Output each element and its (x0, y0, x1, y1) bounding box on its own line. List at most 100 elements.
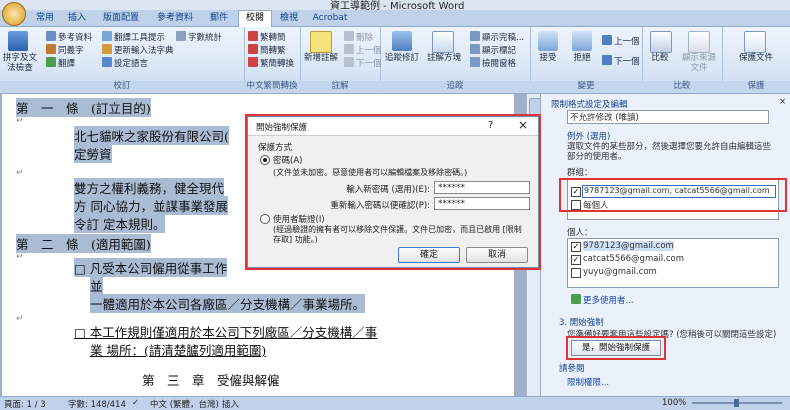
review-pane-icon (470, 57, 480, 67)
compare-button[interactable]: 比較 (642, 53, 678, 63)
proofing-status-icon[interactable]: ✓ (132, 398, 139, 408)
accept-button[interactable]: 接受 (530, 53, 566, 63)
step3-title: 3. 開始強制 (559, 318, 604, 328)
ribbon-tab-bar: 常用 插入 版面配置 參考資料 郵件 校閱 檢視 Acrobat (0, 2, 790, 27)
track-changes-icon (392, 31, 412, 51)
delete-comment-button[interactable]: 刪除 (344, 31, 373, 44)
convert-button[interactable]: 繁簡轉換 (248, 57, 294, 70)
group-label: 追蹤 (380, 81, 530, 92)
thesaurus-button[interactable]: 同義字 (46, 44, 84, 57)
user-item[interactable]: catcat5566@gmail.com (583, 254, 684, 264)
page-indicator[interactable]: 頁面: 1 / 3 (4, 398, 46, 410)
confirm-password-label: 重新輸入密碼以便確認(P): (330, 201, 430, 211)
tab-acrobat[interactable]: Acrobat (308, 11, 352, 26)
group-label: 中文繁簡轉換 (244, 81, 300, 92)
editing-mode-value: 不允許修改 (唯讀) (570, 113, 639, 123)
user-checkbox[interactable] (571, 268, 581, 278)
word-count[interactable]: 字數: 148/414 (68, 398, 126, 410)
reject-button[interactable]: 拒絕 (564, 53, 600, 63)
next-comment-button[interactable]: 下一個 (344, 57, 382, 70)
text-line: 並 (90, 276, 103, 295)
close-icon[interactable]: × (779, 97, 786, 107)
simp-to-trad-button[interactable]: 簡轉繁 (248, 44, 286, 57)
protect-document-button[interactable]: 保護文件 (726, 53, 786, 63)
language-indicator[interactable]: 中文 (繁體，台灣) (150, 398, 219, 410)
translate-button[interactable]: 翻譯 (46, 57, 75, 70)
tab-references[interactable]: 參考資料 (150, 11, 200, 26)
window-title: 資工導範例 - Microsoft Word (330, 1, 465, 10)
display-icon (470, 31, 480, 41)
translate-tip-button[interactable]: 翻譯工具提示 (102, 31, 165, 44)
research-button[interactable]: 參考資料 (46, 31, 92, 44)
editing-mode-select[interactable]: 不允許修改 (唯讀) (567, 110, 769, 124)
word-count-button[interactable]: 字數統計 (176, 31, 222, 44)
tab-mailings[interactable]: 郵件 (204, 11, 234, 26)
group-label: 比較 (642, 81, 722, 92)
password-option-label: 密碼(A) (273, 156, 303, 166)
show-markup-button[interactable]: 顯示標記 (470, 44, 516, 57)
restrict-permission-link[interactable]: 限制權限... (567, 376, 609, 388)
thesaurus-icon (46, 44, 56, 54)
zoom-level[interactable]: 100% (662, 398, 686, 408)
text-line: 定勞資 (74, 144, 112, 163)
user-item[interactable]: 9787123@gmail.com (583, 241, 674, 251)
language-icon (102, 57, 112, 67)
spelling-button[interactable]: 拼字及文法檢查 (0, 53, 40, 73)
reject-icon (572, 31, 592, 51)
text-line: 令訂 定本規則。 (74, 214, 166, 233)
highlight-start (566, 336, 666, 360)
close-icon[interactable]: × (518, 118, 528, 132)
prev-comment-button[interactable]: 上一個 (344, 44, 382, 57)
password-radio[interactable] (260, 155, 270, 165)
new-comment-button[interactable]: 新增註解 (300, 53, 342, 63)
set-language-button[interactable]: 設定語言 (102, 57, 148, 70)
pane-header: 限制格式設定及編輯 (551, 100, 628, 110)
tab-review[interactable]: 校閱 (238, 10, 272, 27)
show-source-button[interactable]: 顯示來源文件 (678, 53, 720, 73)
new-password-label: 輸入新密碼 (選用)(E): (346, 185, 430, 195)
compare-icon (650, 31, 672, 53)
ok-button[interactable]: 確定 (398, 247, 460, 263)
dictionary-icon (102, 44, 112, 54)
user-item[interactable]: yuyu@gmail.com (583, 267, 657, 277)
user-auth-radio[interactable] (260, 214, 270, 224)
zoom-slider[interactable] (692, 399, 782, 407)
paragraph-mark: ↵ (16, 116, 24, 126)
new-password-input[interactable]: ****** (434, 181, 530, 194)
office-button[interactable] (2, 2, 26, 26)
delete-icon (344, 31, 354, 41)
convert-icon (248, 44, 258, 54)
tab-insert[interactable]: 插入 (62, 11, 92, 26)
review-pane-button[interactable]: 檢閱窗格 (470, 57, 516, 70)
trad-to-simp-button[interactable]: 繁轉簡 (248, 31, 286, 44)
user-checkbox[interactable]: ✓ (571, 255, 581, 265)
highlight-groups (559, 178, 787, 212)
user-checkbox[interactable]: ✓ (571, 242, 581, 252)
more-users-link[interactable]: 更多使用者... (571, 294, 634, 306)
group-label: 校訂 (0, 81, 244, 92)
group-tracking: 追蹤修訂 註解方塊 顯示完稿... 顯示標記 檢閱窗格 追蹤 (380, 27, 531, 93)
balloons-button[interactable]: 註解方塊 (422, 53, 466, 63)
heading-chapter-3: 第 三 章 受僱與解僱 (142, 373, 280, 388)
paragraph-mark: ↵ (16, 252, 24, 262)
display-mode-select[interactable]: 顯示完稿... (470, 31, 524, 44)
text-line: 一體適用於本公司各廠區／分支機構／事業場所。 (90, 294, 366, 313)
user-auth-note: (經過驗證的擁有者可以移除文件保護。文件已加密，而且已啟用 [限制存取] 功能。… (273, 225, 522, 244)
confirm-password-input[interactable]: ****** (434, 197, 530, 210)
exceptions-description: 選取文件的某些部分，然後選擇您要允許自由編輯這些部分的使用者。 (567, 142, 772, 162)
insert-mode[interactable]: 插入 (222, 398, 239, 410)
next-change-button[interactable]: 下一個 (602, 55, 640, 68)
zoom-slider-thumb[interactable] (734, 399, 739, 407)
track-changes-button[interactable]: 追蹤修訂 (380, 53, 424, 63)
help-icon[interactable]: ? (488, 120, 493, 131)
tab-layout[interactable]: 版面配置 (96, 11, 146, 26)
paragraph-mark: ↵ (16, 314, 24, 324)
next-icon (344, 57, 354, 67)
tab-home[interactable]: 常用 (30, 11, 60, 26)
prev-change-button[interactable]: 上一個 (602, 35, 640, 48)
cancel-button[interactable]: 取消 (466, 247, 528, 263)
balloons-icon (432, 31, 454, 53)
tab-view[interactable]: 檢視 (274, 11, 304, 26)
update-dict-button[interactable]: 更新輸入法字典 (102, 44, 174, 57)
password-note: (文件並未加密。惡意使用者可以編輯檔案及移除密碼。) (273, 168, 468, 177)
